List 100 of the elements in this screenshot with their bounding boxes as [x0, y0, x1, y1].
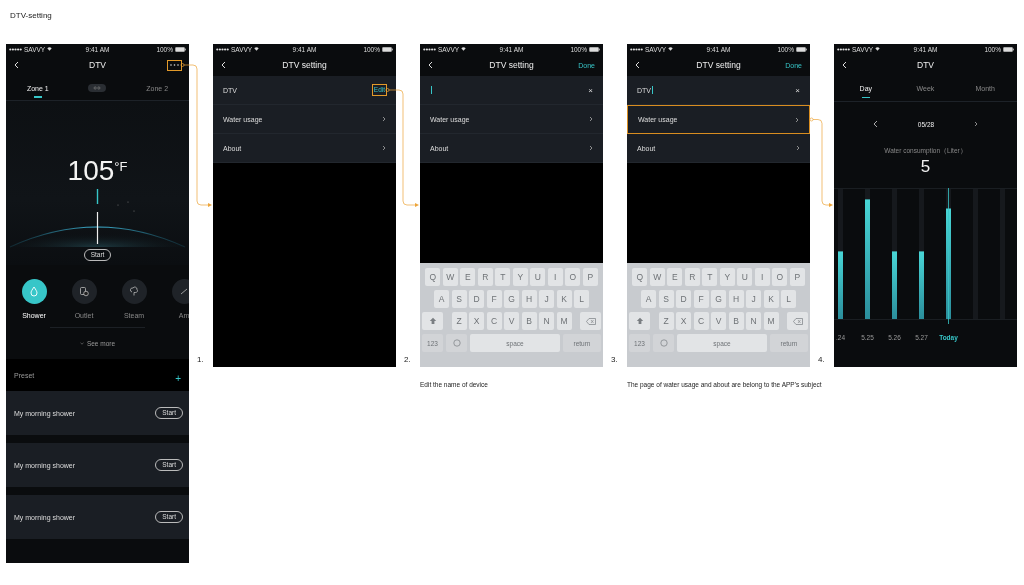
signal-icon — [837, 47, 850, 51]
back-icon[interactable] — [428, 61, 433, 69]
shift-icon — [428, 317, 437, 325]
keyboard-key[interactable]: Q — [632, 268, 648, 286]
add-button[interactable]: + — [175, 372, 181, 384]
back-icon[interactable] — [221, 61, 226, 69]
keyboard-key[interactable]: L — [781, 290, 796, 308]
chevron-left-icon[interactable] — [872, 120, 878, 128]
keyboard-key[interactable]: M — [763, 312, 779, 330]
keyboard-key[interactable]: V — [711, 312, 726, 330]
chart-bar[interactable] — [919, 189, 924, 319]
keyboard-key[interactable]: Z — [451, 312, 467, 330]
keyboard-key[interactable]: O — [565, 268, 581, 286]
shift-key[interactable] — [629, 312, 650, 330]
keyboard-key[interactable]: X — [469, 312, 484, 330]
keyboard-key[interactable]: D — [676, 290, 691, 308]
chart-bar[interactable] — [838, 189, 843, 319]
keyboard-key[interactable]: B — [728, 312, 744, 330]
keyboard-key[interactable]: R — [684, 268, 700, 286]
keyboard-key[interactable]: Y — [512, 268, 528, 286]
keyboard-key[interactable]: A — [434, 290, 449, 308]
screen-title: DTV — [917, 60, 934, 70]
wifi-icon — [47, 47, 53, 51]
chart-bar[interactable] — [946, 188, 951, 324]
keyboard-key[interactable]: A — [641, 290, 656, 308]
keyboard-key[interactable]: G — [504, 290, 519, 308]
battery-icon — [796, 46, 807, 52]
more-icon[interactable] — [168, 60, 181, 70]
back-icon[interactable] — [842, 61, 847, 69]
keyboard-key[interactable]: K — [556, 290, 572, 308]
keyboard-key[interactable]: K — [763, 290, 779, 308]
keyboard-key[interactable]: W — [649, 268, 665, 286]
temperature-unit: °F — [114, 159, 128, 174]
keyboard-key[interactable]: T — [495, 268, 511, 286]
outlet-icon — [79, 286, 89, 297]
chevron-right-icon — [795, 116, 799, 123]
keyboard-key[interactable]: Q — [425, 268, 441, 286]
keyboard-key[interactable]: I — [547, 268, 563, 286]
wifi-icon — [668, 47, 674, 51]
keyboard-key[interactable]: P — [789, 268, 805, 286]
emoji-icon — [659, 339, 668, 347]
keyboard-key[interactable]: F — [693, 290, 709, 308]
keyboard-key[interactable]: R — [477, 268, 493, 286]
screen-title: DTV setting — [282, 60, 327, 70]
keyboard-key[interactable]: F — [486, 290, 502, 308]
mode-icon — [179, 286, 189, 297]
keyboard-key[interactable]: D — [469, 290, 484, 308]
usage-amount: 5 — [920, 158, 931, 176]
battery-icon — [589, 46, 600, 52]
steam-icon — [129, 286, 139, 297]
keyboard-key[interactable]: W — [442, 268, 458, 286]
link-icon[interactable] — [88, 84, 107, 92]
keyboard-key[interactable]: Z — [658, 312, 674, 330]
keyboard-key[interactable]: T — [702, 268, 718, 286]
signal-icon — [216, 47, 229, 51]
step-number: 4. — [818, 355, 826, 365]
chart-bar[interactable] — [892, 189, 897, 319]
keyboard-key[interactable]: O — [772, 268, 788, 286]
keyboard-key[interactable]: C — [693, 312, 709, 330]
wifi-icon — [461, 47, 467, 51]
back-icon[interactable] — [635, 61, 640, 69]
backspace-icon — [585, 317, 596, 325]
keyboard-key[interactable]: N — [746, 312, 761, 330]
back-icon[interactable] — [14, 61, 19, 69]
keyboard-key[interactable]: L — [574, 290, 589, 308]
signal-icon — [9, 47, 22, 51]
keyboard-key[interactable]: S — [451, 290, 467, 308]
keyboard-key[interactable]: E — [667, 268, 683, 286]
keyboard-key[interactable]: J — [746, 290, 761, 308]
keyboard-key[interactable]: S — [658, 290, 674, 308]
keyboard-key[interactable]: X — [676, 312, 691, 330]
keyboard-key[interactable]: G — [711, 290, 726, 308]
keyboard-key[interactable]: N — [539, 312, 554, 330]
signal-icon — [630, 47, 643, 51]
battery-icon — [175, 46, 186, 52]
keyboard-key[interactable]: U — [530, 268, 546, 286]
keyboard-key[interactable]: I — [754, 268, 770, 286]
keyboard-key[interactable]: V — [504, 312, 519, 330]
drop-icon — [29, 286, 39, 297]
chevron-right-icon — [974, 121, 979, 127]
keyboard-key[interactable]: C — [486, 312, 502, 330]
keyboard-key[interactable]: P — [582, 268, 598, 286]
keyboard-key[interactable]: B — [521, 312, 537, 330]
keyboard-key[interactable]: E — [460, 268, 476, 286]
keyboard-key[interactable]: H — [728, 290, 744, 308]
keyboard-key[interactable]: Y — [719, 268, 735, 286]
emoji-icon — [452, 339, 461, 347]
keyboard-key[interactable]: M — [556, 312, 572, 330]
step-number: 1. — [197, 355, 205, 365]
keyboard-key[interactable]: J — [539, 290, 554, 308]
keyboard-key[interactable]: H — [521, 290, 537, 308]
chevron-right-icon — [382, 116, 386, 122]
clear-button[interactable]: × — [795, 85, 800, 95]
chart-bar[interactable] — [865, 189, 870, 319]
clear-button[interactable]: × — [588, 85, 593, 95]
chevron-right-icon — [589, 145, 593, 151]
shift-icon — [635, 317, 644, 325]
shift-key[interactable] — [422, 312, 443, 330]
screen-title: DTV — [89, 60, 106, 70]
keyboard-key[interactable]: U — [737, 268, 753, 286]
